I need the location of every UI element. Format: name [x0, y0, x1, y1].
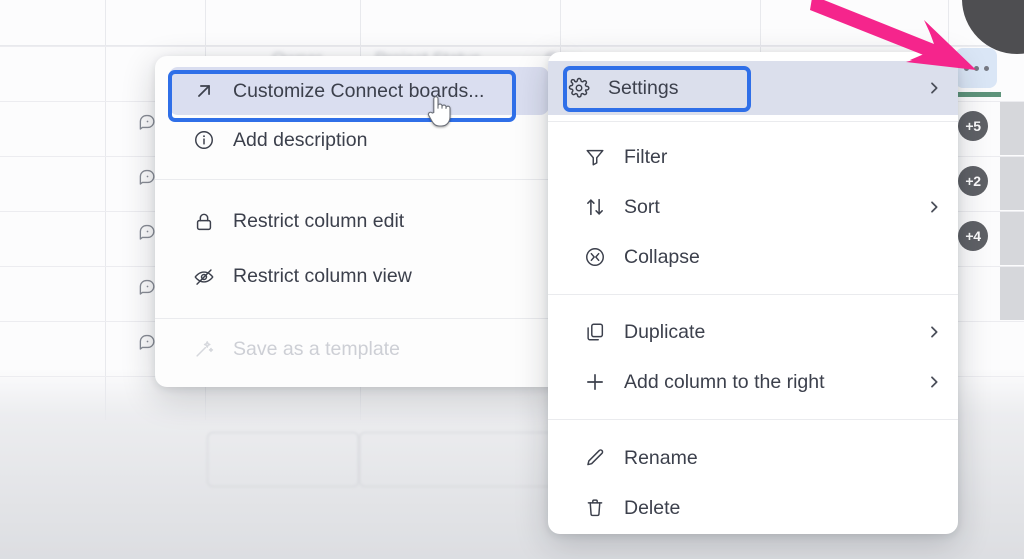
menu-item-label: Add column to the right — [624, 371, 926, 394]
menu-item-label: Settings — [608, 77, 926, 100]
menu-item-duplicate[interactable]: Duplicate — [548, 307, 958, 357]
menu-item-customize-connect-boards[interactable]: Customize Connect boards... — [169, 67, 549, 115]
chevron-right-icon — [926, 324, 942, 340]
bottom-summary-cell — [359, 432, 559, 487]
menu-item-restrict-column-edit[interactable]: Restrict column edit — [155, 194, 563, 249]
column-more-options-button[interactable] — [955, 48, 997, 88]
collapse-circle-icon — [582, 244, 608, 270]
plus-icon — [582, 369, 608, 395]
column-accent-underline — [951, 92, 1001, 97]
trash-icon — [582, 495, 608, 521]
chevron-right-icon — [926, 374, 942, 390]
column-context-menu: Settings Filter Sort — [548, 52, 958, 534]
menu-item-save-as-a-template[interactable]: Save as a template — [155, 319, 563, 379]
grid-row-divider — [0, 46, 1024, 47]
menu-divider — [548, 419, 958, 420]
menu-item-label: Customize Connect boards... — [233, 80, 533, 103]
menu-item-label: Duplicate — [624, 321, 926, 344]
gear-icon — [566, 75, 592, 101]
menu-item-rename[interactable]: Rename — [548, 433, 958, 483]
grid-column-divider — [105, 0, 106, 420]
avatar-count-badge[interactable]: +2 — [958, 166, 988, 196]
more-horizontal-icon-dot — [964, 66, 969, 71]
arrow-up-right-icon — [191, 78, 217, 104]
menu-item-add-column-to-the-right[interactable]: Add column to the right — [548, 357, 958, 407]
menu-item-delete[interactable]: Delete — [548, 483, 958, 533]
menu-divider — [155, 179, 563, 180]
menu-item-sort[interactable]: Sort — [548, 182, 958, 232]
chevron-right-icon — [926, 80, 942, 96]
menu-item-label: Delete — [624, 497, 942, 520]
table-cell[interactable] — [1000, 212, 1024, 265]
menu-item-label: Save as a template — [233, 338, 547, 361]
menu-item-label: Rename — [624, 447, 942, 470]
menu-item-restrict-column-view[interactable]: Restrict column view — [155, 249, 563, 304]
chevron-right-icon — [926, 199, 942, 215]
menu-item-label: Restrict column edit — [233, 210, 547, 233]
lock-icon — [191, 209, 217, 235]
menu-item-label: Restrict column view — [233, 265, 547, 288]
duplicate-copy-icon — [582, 319, 608, 345]
magic-wand-icon — [191, 336, 217, 362]
table-header-row — [0, 0, 1024, 46]
sort-arrows-icon — [582, 194, 608, 220]
screenshot-root: Owner Project Status Co — [0, 0, 1024, 559]
table-cell[interactable] — [1000, 157, 1024, 210]
menu-item-settings[interactable]: Settings — [548, 61, 958, 115]
menu-item-collapse[interactable]: Collapse — [548, 232, 958, 282]
menu-item-label: Filter — [624, 146, 942, 169]
pencil-icon — [582, 445, 608, 471]
filter-funnel-icon — [582, 144, 608, 170]
menu-item-label: Sort — [624, 196, 926, 219]
avatar-count-badge[interactable]: +5 — [958, 111, 988, 141]
customize-column-submenu: Customize Connect boards... Add descript… — [155, 56, 563, 387]
info-circle-icon — [191, 127, 217, 153]
table-cell[interactable] — [1000, 267, 1024, 320]
bottom-summary-cell — [207, 432, 359, 487]
table-cell[interactable] — [1000, 102, 1024, 155]
menu-divider — [548, 121, 958, 122]
more-horizontal-icon-dot — [974, 66, 979, 71]
more-horizontal-icon-dot — [984, 66, 989, 71]
menu-item-filter[interactable]: Filter — [548, 132, 958, 182]
eye-off-icon — [191, 264, 217, 290]
menu-item-add-description[interactable]: Add description — [155, 115, 563, 165]
avatar-count-badge[interactable]: +4 — [958, 221, 988, 251]
menu-divider — [548, 294, 958, 295]
menu-item-label: Collapse — [624, 246, 942, 269]
menu-item-label: Add description — [233, 129, 547, 152]
